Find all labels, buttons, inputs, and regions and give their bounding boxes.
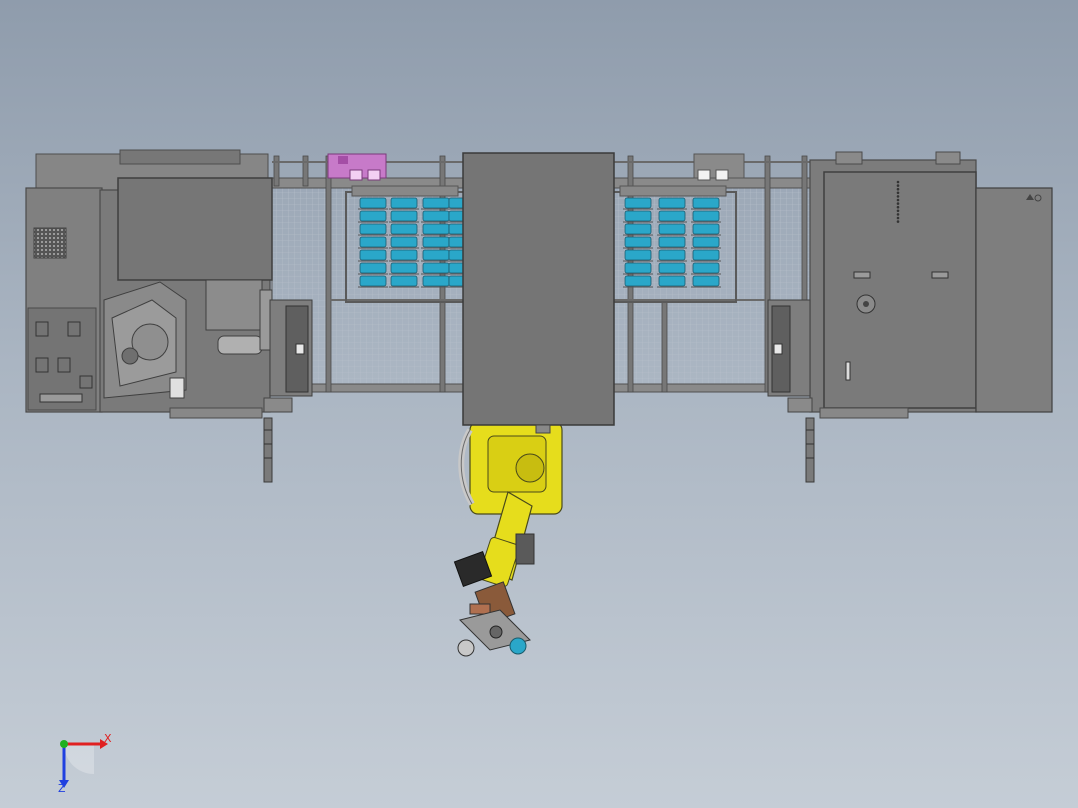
spool xyxy=(390,275,418,287)
panel-dot xyxy=(896,191,900,195)
vent-grille xyxy=(33,227,67,259)
spool xyxy=(359,197,387,209)
cad-viewport[interactable]: X Z xyxy=(0,0,1078,808)
spool xyxy=(624,236,652,248)
spool xyxy=(658,210,686,222)
spool xyxy=(692,275,720,287)
spool xyxy=(390,197,418,209)
magenta-bracket xyxy=(327,153,387,181)
right-cabinet xyxy=(767,299,815,483)
center-cover xyxy=(462,152,615,434)
spool xyxy=(624,197,652,209)
spool xyxy=(390,223,418,235)
spool xyxy=(658,275,686,287)
panel-dot xyxy=(896,209,900,213)
spool xyxy=(359,236,387,248)
spool xyxy=(390,236,418,248)
panel-dot xyxy=(896,216,900,220)
spool xyxy=(422,262,450,274)
spool xyxy=(658,249,686,261)
spool xyxy=(692,262,720,274)
spool xyxy=(390,210,418,222)
y-axis-dot xyxy=(60,740,68,748)
right-machine xyxy=(809,151,1053,419)
panel-dot xyxy=(896,184,900,187)
top-bracket-right xyxy=(693,153,745,181)
spool xyxy=(422,223,450,235)
x-axis-label: X xyxy=(104,732,112,745)
spool xyxy=(692,236,720,248)
spool xyxy=(624,275,652,287)
spool xyxy=(359,210,387,222)
spool xyxy=(658,262,686,274)
spool xyxy=(624,262,652,274)
spool xyxy=(359,223,387,235)
spool xyxy=(658,223,686,235)
spool xyxy=(422,210,450,222)
spool xyxy=(422,275,450,287)
axis-triad: X Z xyxy=(58,732,112,794)
spool xyxy=(692,210,720,222)
spool xyxy=(359,275,387,287)
panel-dot xyxy=(896,187,900,191)
panel-dot xyxy=(896,180,900,184)
panel-dot xyxy=(896,198,900,202)
spool xyxy=(390,249,418,261)
panel-dot xyxy=(896,213,900,216)
spool xyxy=(359,249,387,261)
spool xyxy=(624,249,652,261)
panel-dot xyxy=(896,220,900,223)
left-cabinet xyxy=(263,299,313,483)
spool xyxy=(422,197,450,209)
spool xyxy=(624,210,652,222)
left-top-cover xyxy=(117,177,273,281)
spool xyxy=(692,249,720,261)
spool xyxy=(624,223,652,235)
spool xyxy=(422,249,450,261)
spool xyxy=(658,197,686,209)
spool xyxy=(692,223,720,235)
spool xyxy=(692,197,720,209)
panel-dot xyxy=(896,205,900,209)
spool xyxy=(390,262,418,274)
panel-dot xyxy=(896,202,900,205)
spool xyxy=(359,262,387,274)
cad-model[interactable] xyxy=(0,0,1078,808)
spool xyxy=(422,236,450,248)
z-axis-label: Z xyxy=(58,782,66,794)
spool xyxy=(658,236,686,248)
panel-dot xyxy=(896,195,900,198)
